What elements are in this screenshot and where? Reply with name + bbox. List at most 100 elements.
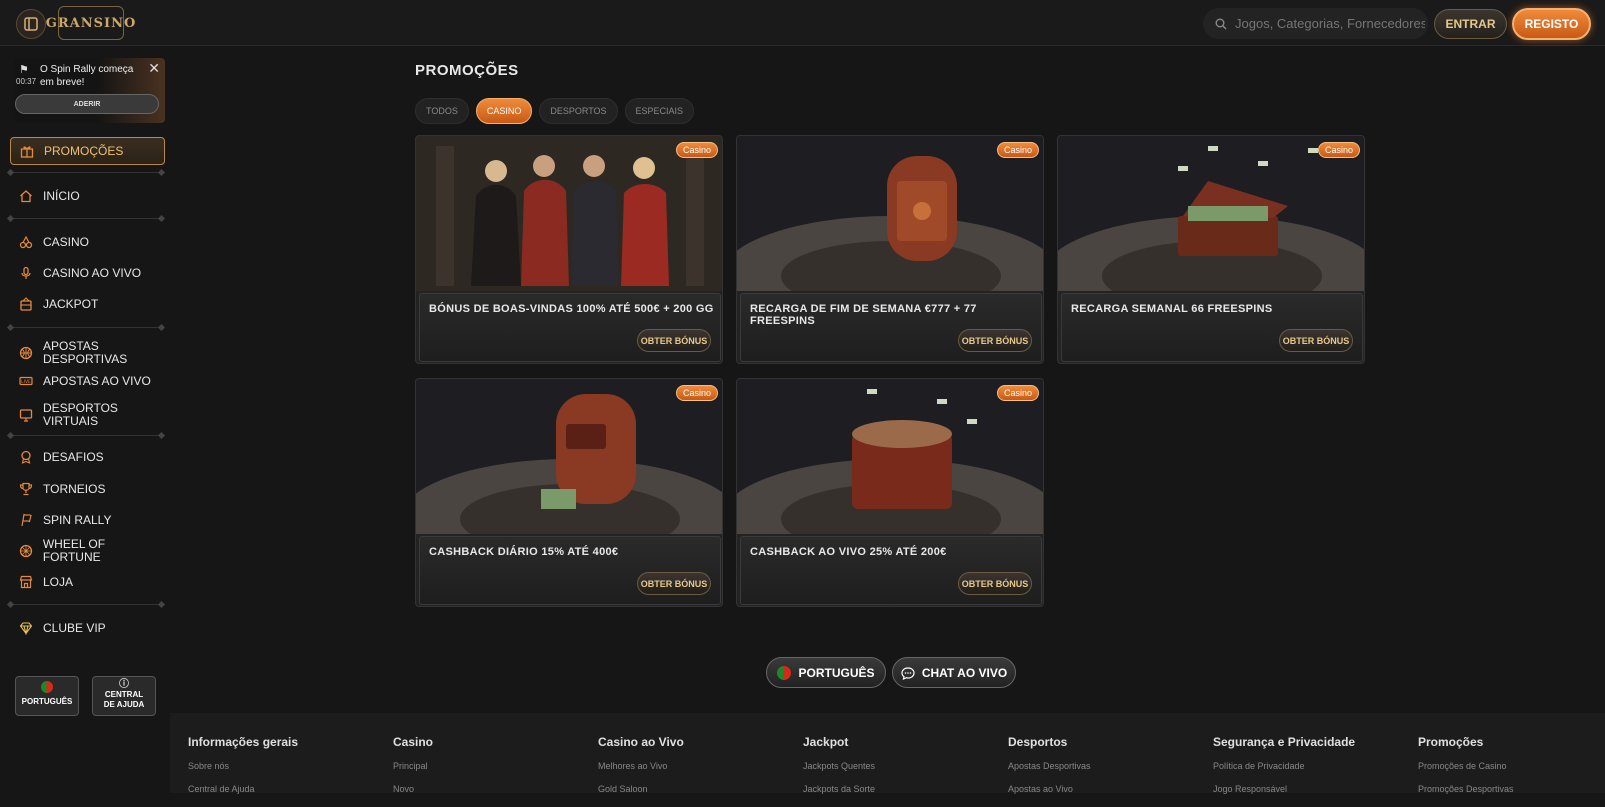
footer-heading: Casino	[393, 735, 434, 749]
portugal-flag-icon	[41, 681, 53, 693]
promo-title: RECARGA SEMANAL 66 FREESPINS	[1071, 303, 1273, 315]
sidebar-item-label: CLUBE VIP	[43, 620, 106, 635]
category-badge: Casino	[675, 142, 718, 158]
register-button[interactable]: REGISTO	[1512, 8, 1591, 40]
close-icon[interactable]: ✕	[148, 60, 160, 77]
sidebar-item-promocoes[interactable]: PROMOÇÕES	[10, 137, 165, 165]
footer-link[interactable]: Política de Privacidade	[1213, 761, 1355, 771]
login-button[interactable]: ENTRAR	[1434, 9, 1507, 39]
footer-heading: Promoções	[1418, 735, 1484, 749]
sidebar-item-label: SPIN RALLY	[43, 512, 112, 527]
spin-rally-banner: ⚑ O Spin Rally começa em breve! 00:37 ✕ …	[14, 58, 165, 123]
promo-card[interactable]: Casino CASHBACK DIÁRIO 15% ATÉ 400€ OBTE…	[415, 378, 723, 607]
get-bonus-button[interactable]: OBTER BÓNUS	[958, 572, 1032, 595]
sidebar-item-casino[interactable]: CASINO	[10, 228, 165, 256]
sidebar-item-spin-rally[interactable]: SPIN RALLY	[10, 506, 165, 534]
sidebar-divider	[10, 327, 162, 328]
portugal-flag-icon	[777, 665, 792, 680]
sidebar-item-apostas-desportivas[interactable]: APOSTAS DESPORTIVAS	[10, 336, 165, 370]
footer-link[interactable]: Apostas Desportivas	[1008, 761, 1091, 771]
promo-title: BÓNUS DE BOAS-VINDAS 100% ATÉ 500€ + 200…	[429, 303, 714, 315]
sidebar-item-casino-ao-vivo[interactable]: CASINO AO VIVO	[10, 259, 165, 287]
promo-title: CASHBACK AO VIVO 25% ATÉ 200€	[750, 546, 947, 558]
sidebar-item-clube-vip[interactable]: CLUBE VIP	[10, 614, 165, 642]
footer-link[interactable]: Jackpots Quentes	[803, 761, 875, 771]
footer-heading: Casino ao Vivo	[598, 735, 684, 749]
help-center-button[interactable]: ⓘ CENTRAL DE AJUDA	[92, 676, 156, 716]
sidebar-item-torneios[interactable]: TORNEIOS	[10, 475, 165, 503]
tab-desportos[interactable]: DESPORTOS	[539, 98, 618, 124]
sidebar-divider	[10, 172, 162, 173]
cherries-icon	[18, 234, 34, 250]
promo-card[interactable]: Casino BÓNUS DE BOAS-VINDAS 100% ATÉ 500…	[415, 135, 723, 364]
sidebar-item-apostas-ao-vivo[interactable]: LIVE APOSTAS AO VIVO	[10, 367, 165, 395]
sidebar-divider	[10, 604, 162, 605]
search-box[interactable]	[1203, 8, 1428, 39]
shop-icon	[18, 574, 34, 590]
promo-image-characters: Casino	[416, 136, 722, 291]
promo-card[interactable]: Casino RECARGA SEMANAL 66 FREESPINS OBTE…	[1057, 135, 1365, 364]
diamond-icon	[18, 620, 34, 636]
brand-logo[interactable]: GRANSINO	[46, 6, 135, 40]
category-badge: Casino	[675, 385, 718, 401]
footer-link[interactable]: Principal	[393, 761, 433, 771]
sidebar-item-label: JACKPOT	[43, 296, 99, 311]
language-label: PORTUGUÊS	[798, 665, 875, 680]
footer-link[interactable]: Sobre nós	[188, 761, 298, 771]
language-button[interactable]: PORTUGUÊS	[766, 657, 886, 688]
microphone-icon	[18, 265, 34, 281]
tab-todos[interactable]: TODOS	[415, 98, 469, 124]
gift-icon	[19, 143, 35, 159]
sidebar-language-button[interactable]: PORTUGUÊS	[15, 676, 79, 716]
sidebar-item-label: CASINO	[43, 234, 90, 249]
rally-timer: 00:37	[16, 77, 37, 86]
footer-heading: Segurança e Privacidade	[1213, 735, 1356, 749]
sidebar-item-label: APOSTAS AO VIVO	[43, 373, 151, 388]
promo-card[interactable]: Casino RECARGA DE FIM DE SEMANA €777 + 7…	[736, 135, 1044, 364]
promo-image-slot-machine: Casino	[416, 379, 722, 534]
promo-title: CASHBACK DIÁRIO 15% ATÉ 400€	[429, 546, 619, 558]
top-header: GRANSINO ENTRAR REGISTO	[0, 0, 1605, 46]
sidebar-item-label: APOSTAS DESPORTIVAS	[43, 339, 128, 366]
tab-casino[interactable]: CASINO	[475, 98, 533, 124]
footer-heading: Desportos	[1008, 735, 1068, 749]
footer-heading: Informações gerais	[188, 735, 299, 749]
trophy-icon	[18, 481, 34, 497]
sidebar-item-label: WHEEL OF FORTUNE	[42, 537, 106, 564]
sidebar-item-inicio[interactable]: INÍCIO	[10, 182, 165, 210]
footer-column: Jackpot Jackpots Quentes Jackpots da Sor…	[803, 735, 875, 807]
sidebar-divider	[10, 218, 162, 219]
get-bonus-button[interactable]: OBTER BÓNUS	[1279, 329, 1353, 352]
help-label: CENTRAL DE AJUDA	[103, 690, 145, 709]
search-input[interactable]	[1235, 16, 1425, 31]
get-bonus-button[interactable]: OBTER BÓNUS	[958, 329, 1032, 352]
sidebar-toggle-button[interactable]	[16, 9, 46, 39]
tab-especiais[interactable]: ESPECIAIS	[624, 98, 695, 124]
sidebar-item-loja[interactable]: LOJA	[10, 568, 165, 596]
category-badge: Casino	[996, 385, 1039, 401]
rally-message: O Spin Rally começa em breve!	[40, 64, 134, 88]
join-rally-button[interactable]: ADERIR	[15, 94, 159, 114]
sidebar-item-label: PROMOÇÕES	[44, 143, 124, 158]
chat-icon	[901, 666, 915, 680]
get-bonus-button[interactable]: OBTER BÓNUS	[637, 572, 711, 595]
sidebar-item-wheel-of-fortune[interactable]: WHEEL OF FORTUNE	[10, 537, 165, 565]
jackpot-icon	[18, 296, 34, 312]
footer-column: Desportos Apostas Desportivas Apostas ao…	[1008, 735, 1091, 807]
get-bonus-button[interactable]: OBTER BÓNUS	[637, 329, 711, 352]
live-chat-button[interactable]: CHAT AO VIVO	[892, 657, 1016, 688]
promo-card-body: CASHBACK DIÁRIO 15% ATÉ 400€ OBTER BÓNUS	[419, 536, 721, 605]
promo-card-body: RECARGA DE FIM DE SEMANA €777 + 77 FREES…	[740, 293, 1042, 362]
sidebar-item-label: DESPORTOS VIRTUAIS	[43, 401, 118, 428]
footer-column: Segurança e Privacidade Política de Priv…	[1213, 735, 1355, 807]
promo-card-body: CASHBACK AO VIVO 25% ATÉ 200€ OBTER BÓNU…	[740, 536, 1042, 605]
footer-link[interactable]: Melhores ao Vivo	[598, 761, 684, 771]
promo-card[interactable]: Casino CASHBACK AO VIVO 25% ATÉ 200€ OBT…	[736, 378, 1044, 607]
promo-title: RECARGA DE FIM DE SEMANA €777 + 77 FREES…	[750, 303, 977, 327]
sidebar-item-desafios[interactable]: DESAFIOS	[10, 443, 165, 471]
sidebar-item-desportos-virtuais[interactable]: DESPORTOS VIRTUAIS	[10, 398, 165, 432]
footer-link[interactable]: Promoções de Casino	[1418, 761, 1514, 771]
help-icon: ⓘ	[119, 679, 129, 690]
search-icon	[1215, 18, 1227, 29]
sidebar-item-jackpot[interactable]: JACKPOT	[10, 290, 165, 318]
